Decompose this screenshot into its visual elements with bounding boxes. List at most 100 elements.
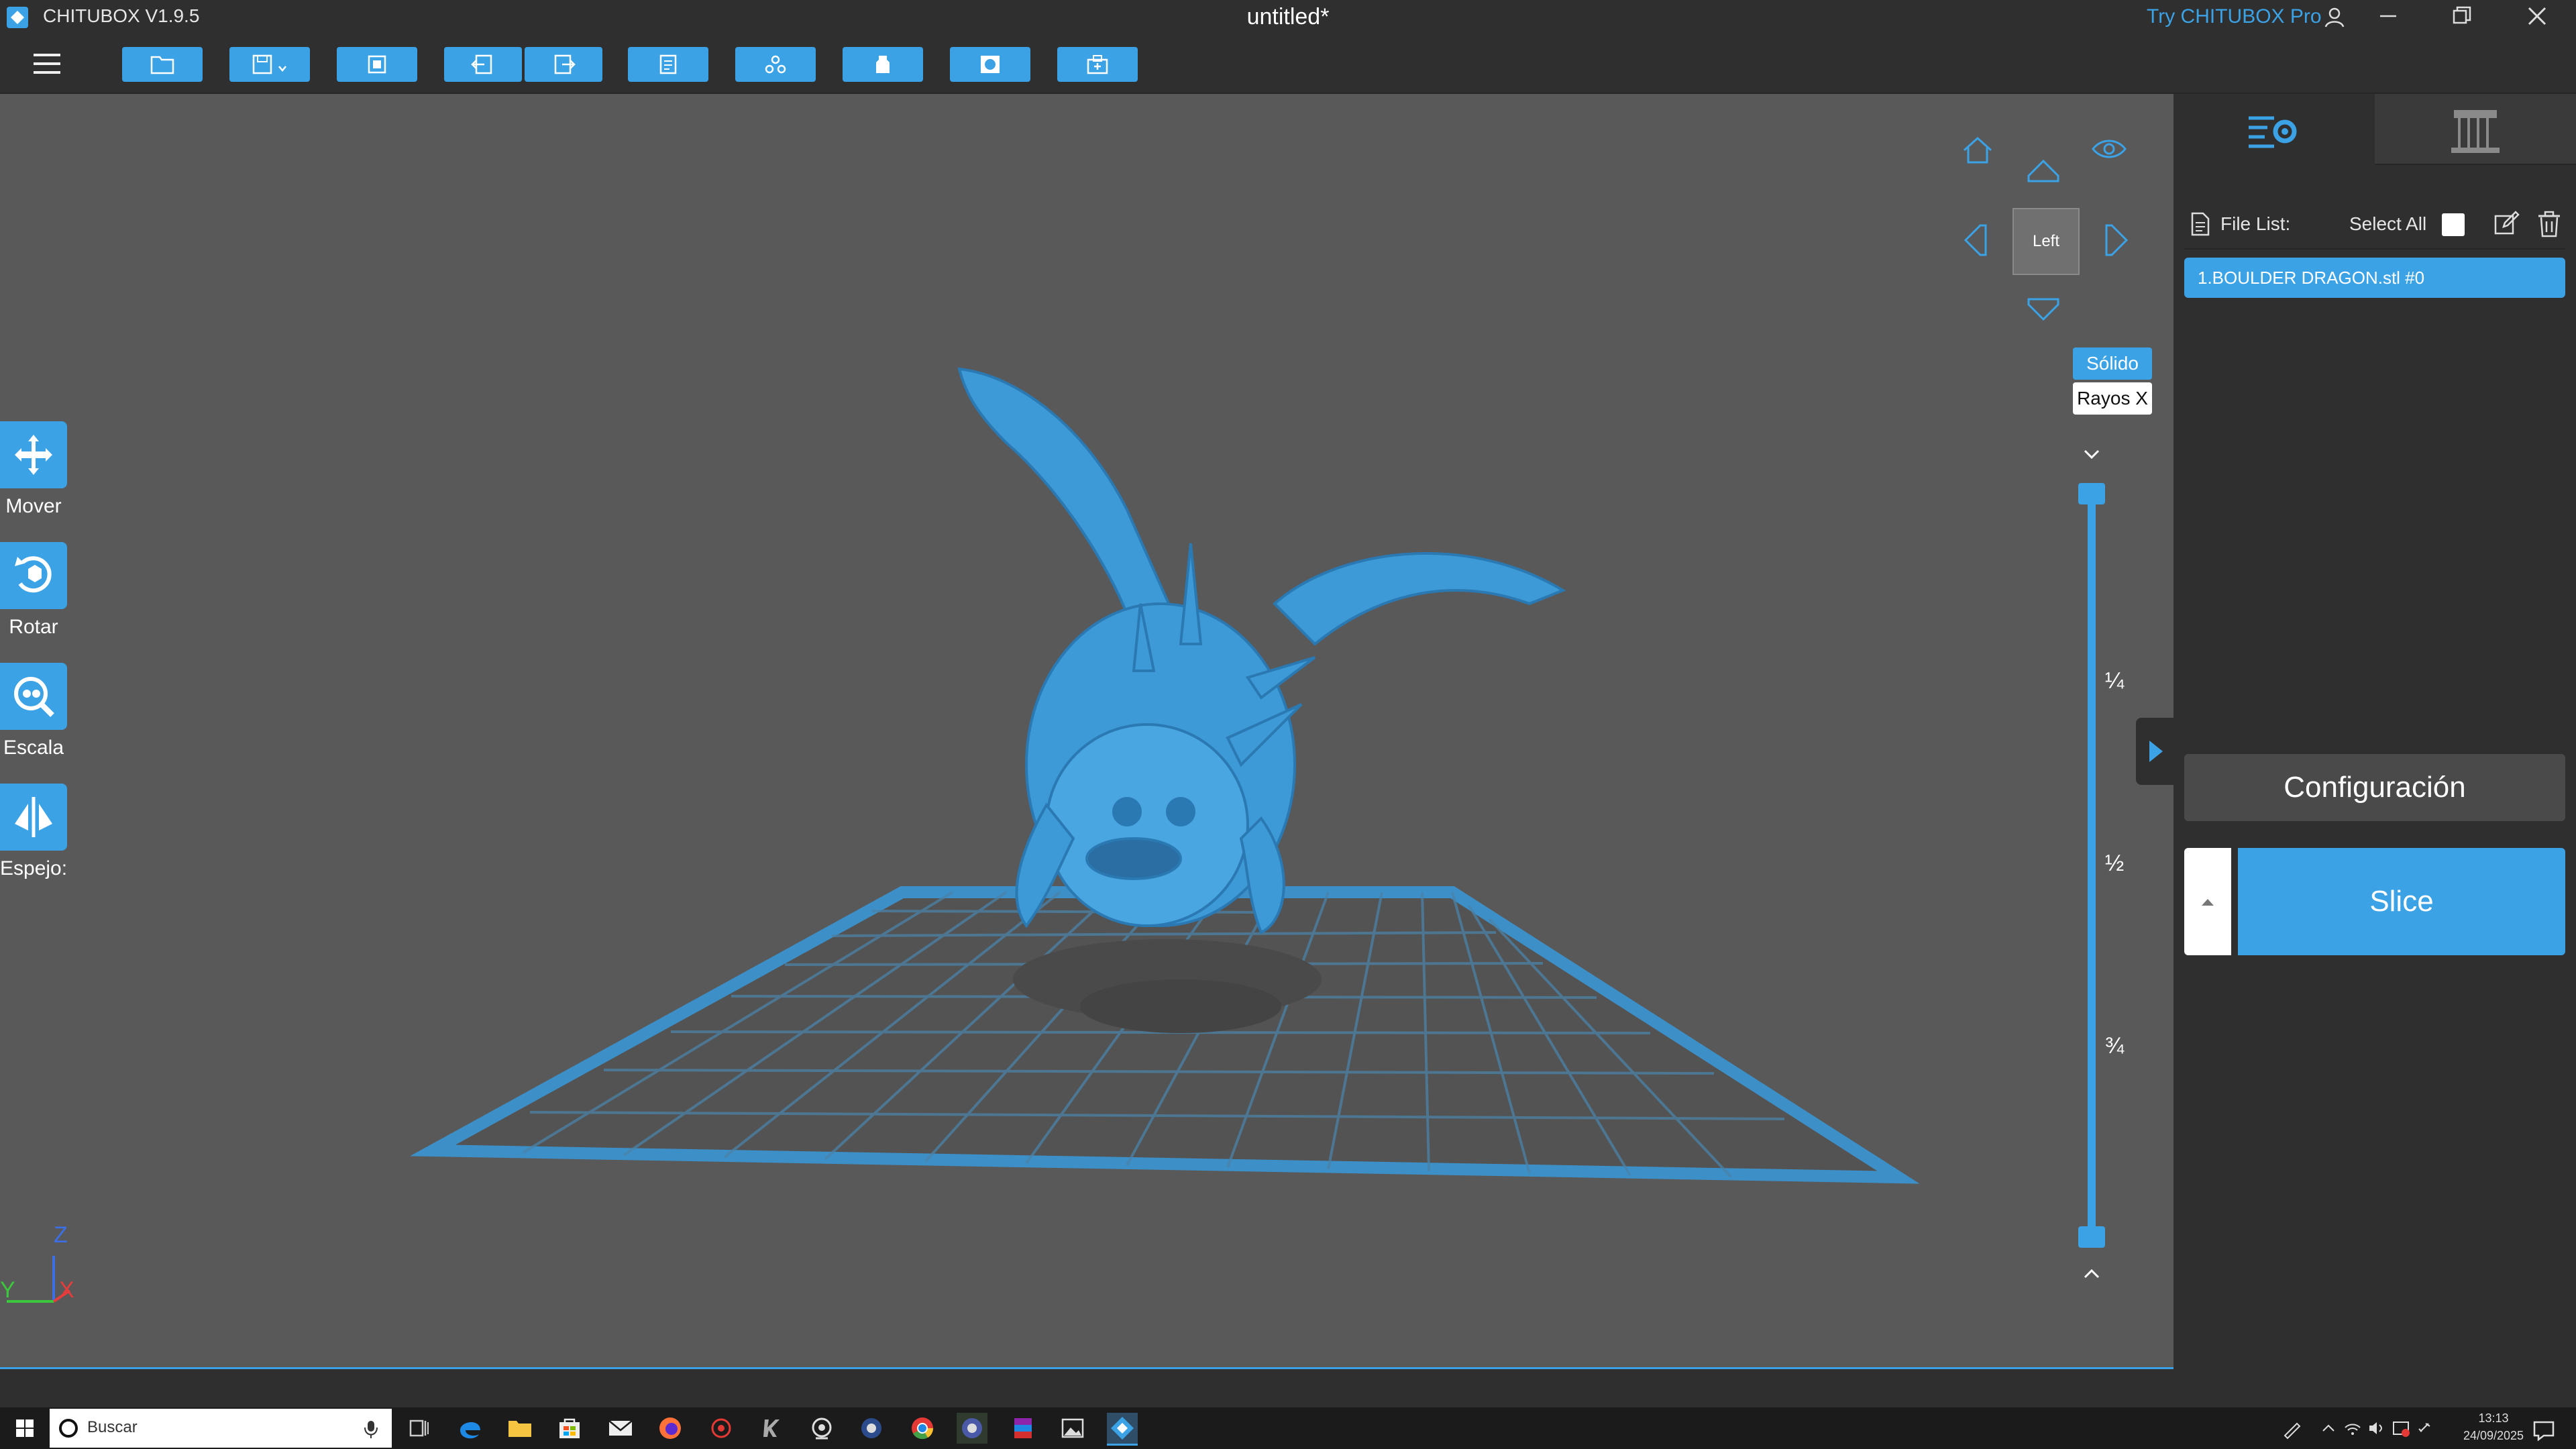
open-file-button[interactable] — [122, 47, 203, 82]
view-left-arrow-icon[interactable] — [1960, 221, 1990, 259]
status-bar-right — [2174, 1367, 2576, 1407]
chrome-icon[interactable] — [907, 1413, 938, 1444]
tab-support-platform[interactable] — [2375, 94, 2576, 165]
slider-mark-half: ½ — [2104, 851, 2125, 876]
security-alert-icon[interactable] — [2390, 1417, 2412, 1440]
dig-hole-button[interactable] — [950, 47, 1030, 82]
save-file-button[interactable] — [229, 47, 310, 82]
auto-layout-button[interactable] — [337, 47, 417, 82]
record-app-icon[interactable] — [706, 1413, 737, 1444]
clock-time[interactable]: 13:13 — [2457, 1411, 2530, 1426]
file-list-label: File List: — [2220, 213, 2291, 234]
supports-button[interactable] — [735, 47, 816, 82]
file-list-item[interactable]: 1.BOULDER DRAGON.stl #0 — [2184, 258, 2565, 298]
steam-like-app-icon[interactable] — [856, 1413, 887, 1444]
slider-up-chevron-icon[interactable] — [2078, 1261, 2105, 1285]
mirror-icon — [15, 797, 52, 837]
restore-button[interactable] — [2442, 3, 2482, 32]
edit-icon[interactable] — [2491, 209, 2521, 239]
hamburger-menu-icon[interactable] — [27, 47, 67, 80]
minimize-button[interactable] — [2368, 3, 2408, 32]
tray-chevron-up-icon[interactable] — [2317, 1417, 2340, 1440]
3d-viewport[interactable] — [0, 94, 2174, 1368]
mirror-tool-button[interactable] — [0, 784, 67, 851]
xray-mode-button[interactable]: Rayos X — [2073, 382, 2152, 415]
slice-options-button[interactable] — [2184, 848, 2231, 955]
scale-tool-label: Escala — [3, 737, 64, 759]
layer-slider-top-handle[interactable] — [2078, 483, 2105, 504]
chitubox-taskbar-icon[interactable] — [1107, 1413, 1138, 1446]
triangle-up-icon — [2202, 899, 2214, 906]
configuration-button[interactable]: Configuración — [2184, 754, 2565, 821]
layer-slider-bottom-handle[interactable] — [2078, 1226, 2105, 1248]
cortana-circle-icon — [59, 1419, 78, 1438]
taskbar-search-box[interactable]: Buscar — [50, 1409, 392, 1448]
rotate-tool-label: Rotar — [9, 616, 58, 638]
file-list-icon — [2190, 211, 2211, 237]
store-icon[interactable] — [554, 1413, 585, 1444]
visibility-eye-icon[interactable] — [2090, 133, 2128, 165]
slider-mark-quarter: ¼ — [2104, 668, 2125, 694]
wifi-icon[interactable] — [2341, 1417, 2364, 1440]
mail-icon[interactable] — [605, 1413, 636, 1444]
file-list-divider — [2184, 248, 2565, 250]
view-bottom-arrow-icon[interactable] — [2025, 295, 2062, 325]
settings-print-button[interactable] — [1057, 47, 1138, 82]
move-icon — [15, 435, 52, 475]
model-list-button[interactable] — [628, 47, 708, 82]
axis-y-label: Y — [0, 1277, 15, 1303]
file-name: 1.BOULDER DRAGON.stl #0 — [2198, 268, 2425, 288]
k-app-icon[interactable] — [755, 1413, 786, 1444]
scale-icon — [14, 677, 54, 717]
trash-icon[interactable] — [2534, 209, 2564, 239]
user-account-icon[interactable] — [2321, 4, 2348, 31]
slice-button[interactable]: Slice — [2238, 848, 2565, 955]
microphone-icon — [364, 1421, 378, 1438]
move-tool-button[interactable] — [0, 421, 67, 488]
play-arrow-icon — [2149, 741, 2163, 762]
close-button[interactable] — [2517, 3, 2557, 32]
hollow-button[interactable] — [843, 47, 923, 82]
collapse-panel-button[interactable] — [2136, 718, 2174, 785]
list-settings-icon — [2249, 116, 2297, 148]
axis-x-label: X — [59, 1277, 74, 1303]
supports-platform-icon — [2451, 110, 2500, 153]
network-link-icon[interactable] — [2414, 1417, 2436, 1440]
mirror-tool-label: Espejo: — [0, 857, 68, 879]
file-explorer-icon[interactable] — [504, 1413, 535, 1444]
build-plate-grid — [410, 367, 1920, 1184]
view-right-arrow-icon[interactable] — [2102, 221, 2132, 259]
status-bar — [0, 1367, 2174, 1409]
slider-mark-three-quarter: ¾ — [2104, 1033, 2125, 1059]
task-view-icon[interactable] — [404, 1413, 435, 1444]
scale-tool-button[interactable] — [0, 663, 67, 730]
dragon-model — [957, 367, 1566, 934]
home-view-icon[interactable] — [1959, 131, 1996, 169]
pen-workspace-icon[interactable] — [2281, 1417, 2304, 1440]
slider-down-chevron-icon[interactable] — [2078, 443, 2105, 467]
select-all-checkbox[interactable] — [2442, 213, 2465, 236]
view-top-arrow-icon[interactable] — [2025, 156, 2062, 185]
tab-model-settings[interactable] — [2174, 94, 2375, 164]
camera-app-icon[interactable] — [806, 1413, 837, 1444]
layer-slider-track[interactable] — [2088, 494, 2096, 1238]
undo-button[interactable] — [444, 47, 522, 82]
firefox-icon[interactable] — [655, 1413, 686, 1444]
solid-mode-button[interactable]: Sólido — [2073, 347, 2152, 380]
volume-icon[interactable] — [2365, 1417, 2388, 1440]
taskbar-search-placeholder: Buscar — [87, 1418, 138, 1436]
select-all-label: Select All — [2349, 213, 2427, 234]
rotate-tool-button[interactable] — [0, 542, 67, 609]
redo-button[interactable] — [525, 47, 602, 82]
windows-start-icon[interactable] — [11, 1414, 39, 1442]
clock-date[interactable]: 24/09/2025 — [2450, 1429, 2537, 1443]
photos-icon[interactable] — [1057, 1413, 1088, 1444]
try-pro-link[interactable]: Try CHITUBOX Pro — [2147, 5, 2322, 28]
notifications-icon[interactable] — [2530, 1417, 2557, 1444]
edge-browser-icon[interactable] — [455, 1413, 486, 1444]
axis-z-label: Z — [54, 1222, 68, 1248]
winrar-icon[interactable] — [1008, 1413, 1038, 1444]
view-cube-face[interactable]: Left — [2012, 208, 2080, 275]
chrome-profile-icon[interactable] — [957, 1413, 987, 1444]
move-tool-label: Mover — [5, 495, 62, 517]
